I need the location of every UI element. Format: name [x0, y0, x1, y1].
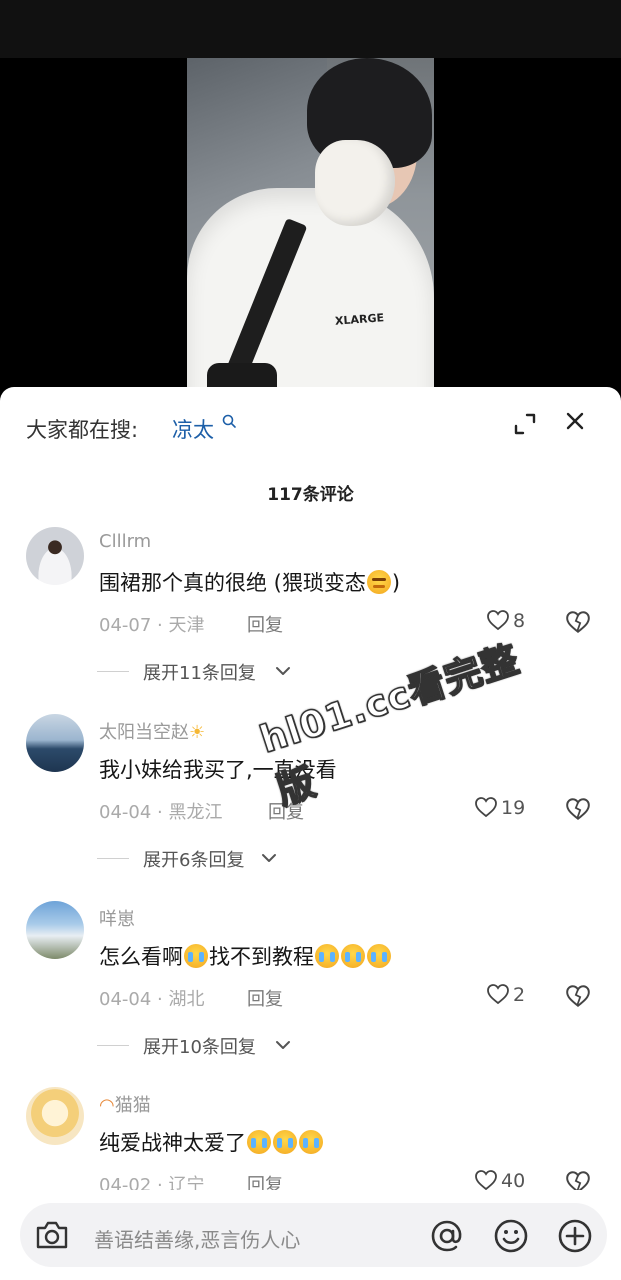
sheet-header: 大家都在搜: 凉太 — [0, 387, 621, 467]
heart-icon — [487, 610, 509, 631]
chevron-down-icon — [262, 854, 276, 862]
comment-location: 天津 — [168, 615, 205, 636]
crying-emoji-icon — [315, 944, 339, 968]
status-bar — [0, 0, 621, 58]
expand-replies[interactable]: 展开11条回复 — [97, 659, 357, 684]
at-icon[interactable] — [428, 1217, 466, 1255]
heart-icon — [475, 797, 497, 818]
sun-icon: ☀ — [189, 722, 206, 743]
search-term-link[interactable]: 凉太 — [172, 414, 214, 444]
comment-input[interactable]: 善语结善缘,恶言伤人心 — [20, 1203, 607, 1267]
screen: XLARGE 大家都在搜: 凉太 117条评论 Clllrm 围裙那个真的很绝 … — [0, 0, 621, 1280]
video-player[interactable]: XLARGE — [0, 0, 621, 400]
chevron-down-icon — [276, 1041, 290, 1049]
close-icon[interactable] — [561, 407, 591, 437]
comment-date: 04-07 — [99, 615, 152, 636]
chevron-down-icon — [276, 667, 290, 675]
crying-emoji-icon — [341, 944, 365, 968]
like-button[interactable]: 2 — [486, 982, 556, 1008]
avatar[interactable] — [26, 901, 84, 959]
input-placeholder: 善语结善缘,恶言伤人心 — [94, 1228, 301, 1252]
like-button[interactable]: 19 — [474, 795, 544, 821]
comment-text: 纯爱战神太爱了 — [99, 1127, 324, 1157]
crying-emoji-icon — [273, 1130, 297, 1154]
broken-heart-icon[interactable] — [565, 983, 591, 1009]
avatar[interactable] — [26, 1087, 84, 1145]
comment-location: 黑龙江 — [168, 802, 223, 823]
comment-username[interactable]: 太阳当空赵☀ — [99, 718, 205, 744]
comment-meta: 04-04 · 黑龙江 — [99, 802, 223, 823]
like-count: 2 — [513, 984, 526, 1006]
comment-count-title: 117条评论 — [267, 485, 354, 505]
broken-heart-icon[interactable] — [565, 796, 591, 822]
comment-input-bar: 善语结善缘,恶言伤人心 — [0, 1190, 621, 1280]
heart-icon — [487, 984, 509, 1005]
heart-icon — [475, 1170, 497, 1191]
comment-text: 怎么看啊 找不到教程 — [99, 941, 392, 971]
camera-icon[interactable] — [34, 1218, 70, 1252]
search-icon — [222, 414, 236, 428]
comment-date: 04-04 — [99, 802, 152, 823]
comment-date: 04-04 — [99, 989, 152, 1010]
video-frame: XLARGE — [187, 58, 434, 400]
like-button[interactable]: 8 — [486, 608, 556, 634]
crying-emoji-icon — [367, 944, 391, 968]
crying-emoji-icon — [247, 1130, 271, 1154]
comment-text: 围裙那个真的很绝 (猥琐变态) — [99, 570, 401, 595]
like-count: 19 — [501, 797, 526, 819]
comment-username[interactable]: Clllrm — [99, 531, 151, 552]
like-count: 40 — [501, 1170, 526, 1192]
smirk-emoji-icon — [366, 570, 391, 594]
crying-emoji-icon — [299, 1130, 323, 1154]
comment-username[interactable]: 咩崽 — [99, 905, 135, 931]
expand-replies[interactable]: 展开6条回复 — [97, 846, 357, 871]
broken-heart-icon[interactable] — [565, 609, 591, 635]
reply-button[interactable]: 回复 — [247, 611, 283, 637]
rainbow-icon: ◠ — [99, 1095, 115, 1116]
search-prefix: 大家都在搜: — [26, 418, 139, 442]
expand-replies[interactable]: 展开10条回复 — [97, 1033, 357, 1058]
expand-icon[interactable] — [510, 409, 540, 439]
comment-username[interactable]: ◠猫猫 — [99, 1091, 151, 1117]
comment-meta: 04-07 · 天津 — [99, 615, 205, 636]
avatar[interactable] — [26, 527, 84, 585]
crying-emoji-icon — [184, 944, 208, 968]
plus-icon[interactable] — [556, 1217, 594, 1255]
comments-sheet: 大家都在搜: 凉太 117条评论 Clllrm 围裙那个真的很绝 (猥琐变态) — [0, 387, 621, 1280]
smiley-icon[interactable] — [492, 1217, 530, 1255]
comment-location: 湖北 — [168, 989, 205, 1010]
comment-meta: 04-04 · 湖北 — [99, 989, 205, 1010]
reply-button[interactable]: 回复 — [247, 985, 283, 1011]
avatar[interactable] — [26, 714, 84, 772]
